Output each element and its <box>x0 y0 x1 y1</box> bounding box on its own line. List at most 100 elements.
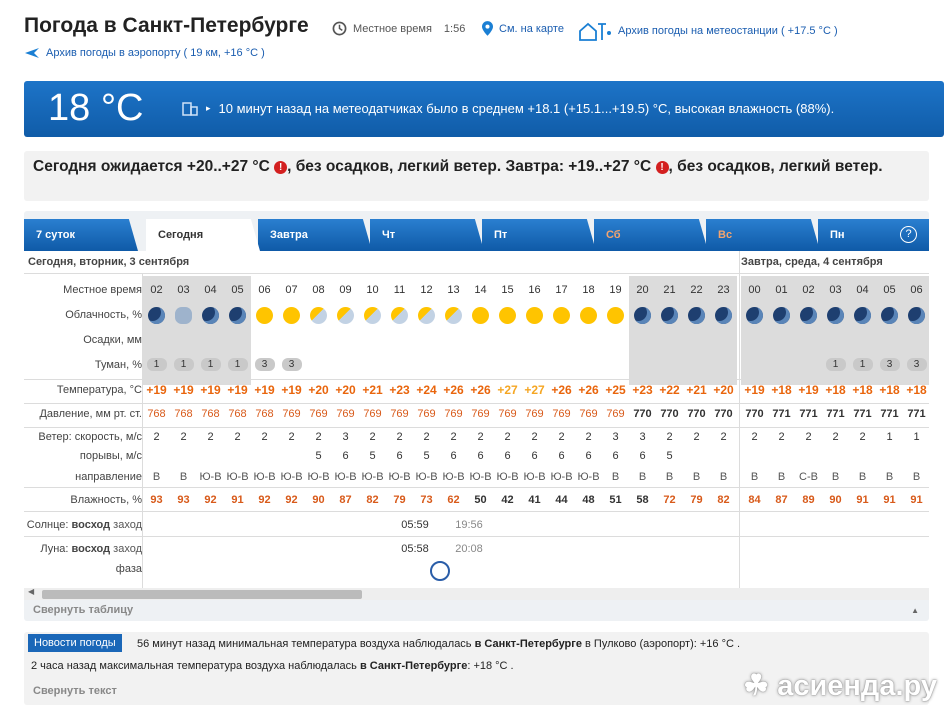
wind-direction-cell: Ю-В <box>523 471 546 483</box>
news-line-1: 56 минут назад минимальная температура в… <box>137 638 741 650</box>
humidity-cell: 62 <box>447 494 460 506</box>
pressure-cell: 771 <box>826 408 845 420</box>
temperature-cell: +20 <box>713 383 734 397</box>
sun-icon <box>472 307 489 324</box>
page-title: Погода в Санкт-Петербурге <box>24 14 309 37</box>
humidity-cell: 48 <box>582 494 595 506</box>
weather-news-button[interactable]: Новости погоды <box>28 634 122 652</box>
pressure-cell: 769 <box>282 408 301 420</box>
label-moon-phase: фаза <box>115 563 142 575</box>
tab-7-days[interactable]: 7 суток <box>24 219 138 251</box>
wind-speed-cell: 2 <box>396 431 403 443</box>
pressure-cell: 771 <box>772 408 791 420</box>
station-archive-link[interactable]: Архив погоды на метеостанции ( +17.5 °C … <box>618 25 838 37</box>
wind-direction-cell: Ю-В <box>469 471 492 483</box>
tab-thursday[interactable]: Чт <box>370 219 484 251</box>
humidity-cell: 51 <box>609 494 622 506</box>
fog-cell: 1 <box>170 358 197 371</box>
cloud-cell <box>795 307 822 324</box>
wind-direction-cell: В <box>665 471 674 483</box>
wind-speed-cell: 2 <box>261 431 268 443</box>
label-precipitation: Осадки, мм <box>83 334 142 346</box>
airport-archive[interactable]: Архив погоды в аэропорту ( 19 км, +16 °C… <box>24 46 265 60</box>
wind-direction-cell: В <box>719 471 728 483</box>
sun-icon <box>499 307 516 324</box>
wind-direction-cell: В <box>152 471 161 483</box>
label-wind-direction: направление <box>75 471 142 483</box>
scroll-up-icon[interactable]: ▲ <box>911 606 919 615</box>
humidity-cell: 89 <box>802 494 815 506</box>
pressure-cell: 769 <box>336 408 355 420</box>
moon-icon <box>148 307 165 324</box>
moonrise-time: 05:58 <box>401 543 429 555</box>
moon-icon <box>229 307 246 324</box>
tab-sunday[interactable]: Вс <box>706 219 820 251</box>
wind-speed-cell: 2 <box>693 431 700 443</box>
map-link[interactable]: См. на карте <box>482 21 564 36</box>
pressure-cell: 771 <box>907 408 926 420</box>
collapse-table-link[interactable]: Свернуть таблицу <box>33 604 133 616</box>
temperature-cell: +19 <box>227 383 248 397</box>
fog-icon: 3 <box>906 358 927 371</box>
label-humidity: Влажность, % <box>70 494 142 506</box>
temperature-cell: +26 <box>470 383 491 397</box>
cloud-cell <box>278 307 305 324</box>
pressure-cell: 769 <box>444 408 463 420</box>
pressure-cell: 770 <box>660 408 679 420</box>
gusts-cell: 6 <box>585 450 592 462</box>
hour-cell: 06 <box>258 284 271 296</box>
moon-icon <box>881 307 898 324</box>
collapse-text-link[interactable]: Свернуть текст <box>33 685 117 697</box>
local-time-label: Местное время <box>353 22 432 35</box>
temperature-cell: +20 <box>335 383 356 397</box>
pressure-cell: 768 <box>201 408 220 420</box>
tab-saturday[interactable]: Сб <box>594 219 708 251</box>
cloud-cell <box>602 307 629 324</box>
gusts-cell: 6 <box>612 450 619 462</box>
horizontal-scrollbar[interactable]: ◀ <box>24 587 929 600</box>
wind-direction-cell: Ю-В <box>253 471 276 483</box>
wind-direction-cell: Ю-В <box>307 471 330 483</box>
moon-icon <box>634 307 651 324</box>
scroll-left-icon[interactable]: ◀ <box>28 587 34 596</box>
warning-icon[interactable]: ! <box>655 161 669 174</box>
hour-cell: 19 <box>609 284 622 296</box>
building-icon <box>182 102 198 116</box>
pressure-cell: 771 <box>880 408 899 420</box>
hour-cell: 18 <box>582 284 595 296</box>
fog-icon: 3 <box>879 358 900 371</box>
cloud-cell <box>251 307 278 324</box>
partly-cloudy-icon <box>418 307 435 324</box>
weather-station-icon <box>579 22 611 41</box>
tab-tomorrow[interactable]: Завтра <box>258 219 372 251</box>
humidity-cell: 90 <box>312 494 325 506</box>
moon-icon <box>715 307 732 324</box>
tab-friday[interactable]: Пт <box>482 219 596 251</box>
station-archive[interactable]: Архив погоды на метеостанции ( +17.5 °C … <box>578 21 838 41</box>
hour-cell: 20 <box>636 284 649 296</box>
pressure-cell: 768 <box>174 408 193 420</box>
news-line-2: 2 часа назад максимальная температура во… <box>31 660 514 672</box>
fog-icon: 1 <box>852 358 873 371</box>
cloud-cell <box>143 307 170 324</box>
map-link-label[interactable]: См. на карте <box>499 23 564 35</box>
label-sun: Солнце: восход заход <box>26 519 142 531</box>
airport-archive-link[interactable]: Архив погоды в аэропорту ( 19 км, +16 °C… <box>46 47 265 59</box>
cloud-cell <box>683 307 710 324</box>
temperature-cell: +18 <box>852 383 873 397</box>
gusts-cell: 5 <box>666 450 673 462</box>
help-icon[interactable]: ? <box>900 226 917 243</box>
wind-speed-cell: 1 <box>913 431 920 443</box>
temperature-cell: +27 <box>524 383 545 397</box>
pressure-cell: 769 <box>363 408 382 420</box>
fog-icon: 3 <box>281 358 302 371</box>
sun-icon <box>526 307 543 324</box>
fog-cell: 1 <box>197 358 224 371</box>
scrollbar-thumb[interactable] <box>42 590 362 599</box>
pressure-cell: 769 <box>471 408 490 420</box>
wind-direction-cell: Ю-В <box>280 471 303 483</box>
tab-today[interactable]: Сегодня <box>146 219 260 251</box>
warning-icon[interactable]: ! <box>274 161 288 174</box>
label-pressure: Давление, мм рт. ст. <box>39 408 142 420</box>
hour-cell: 21 <box>663 284 676 296</box>
